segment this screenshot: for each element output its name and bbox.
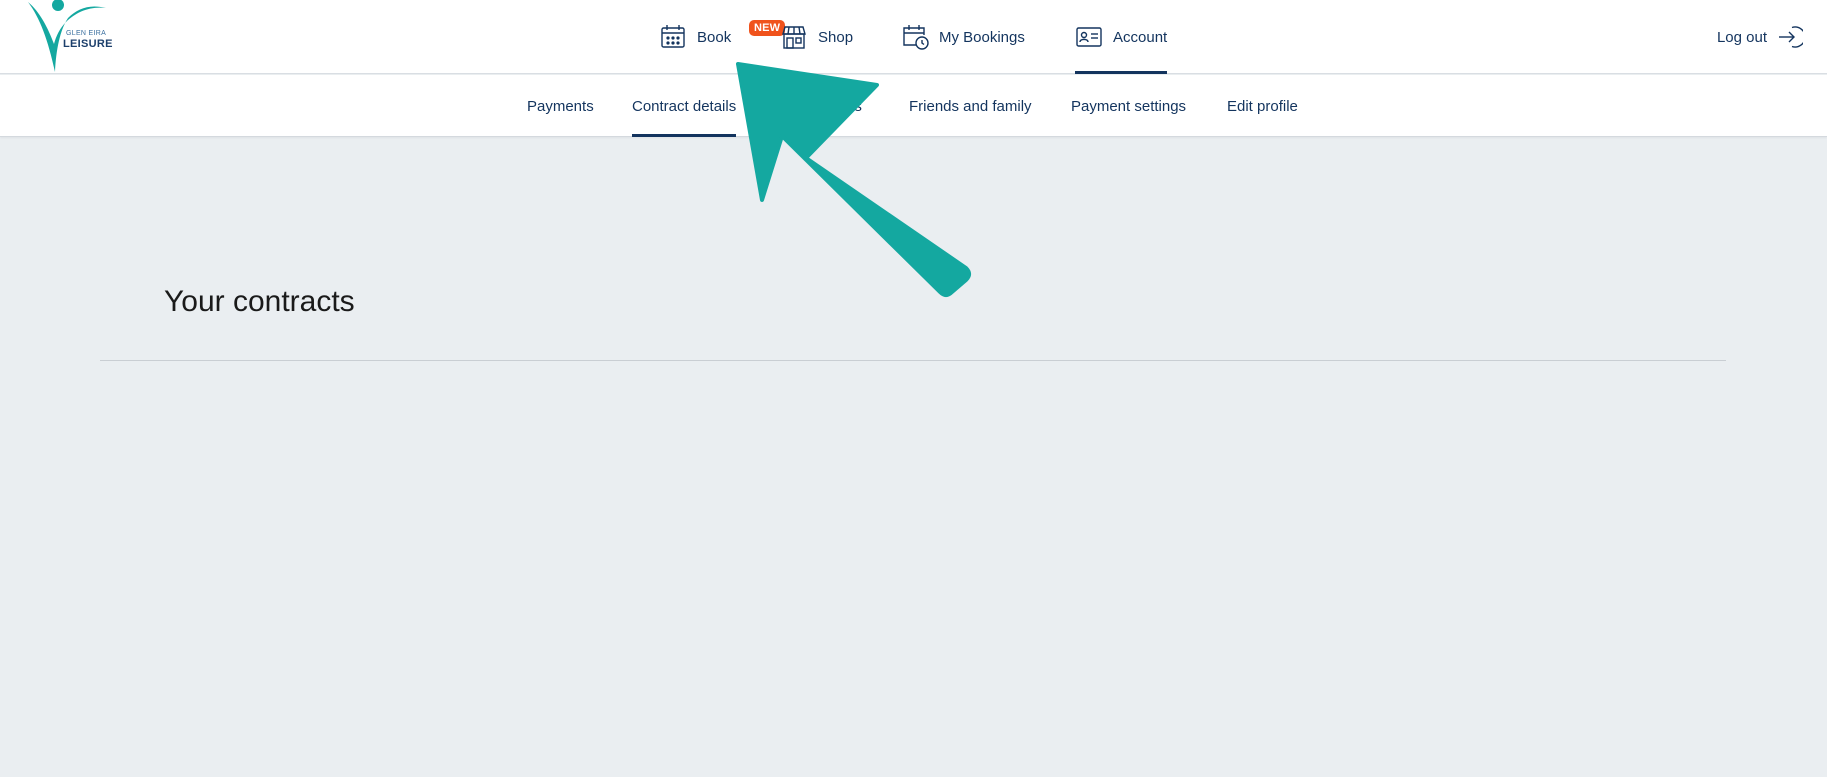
logout-label: Log out (1716, 28, 1767, 46)
logo-figure-icon (28, 0, 106, 72)
logo-text-leisure: LEISURE (63, 38, 113, 50)
logout-button[interactable]: Log out (1717, 0, 1803, 74)
nav-shop-label: Shop (818, 28, 854, 46)
account-sub-navigation: Payments Contract details es Friends and… (0, 75, 1827, 137)
nav-account-label: Account (1113, 28, 1168, 46)
nav-my-bookings-label: My Bookings (939, 28, 1025, 46)
logo-text-glen-eira: GLEN EIRA (66, 30, 107, 37)
top-navigation-bar: GLEN EIRA LEISURE Book NEW Shop My Booki… (0, 0, 1827, 74)
calendar-clock-icon (903, 25, 929, 50)
profile-card-icon (1076, 27, 1102, 47)
nav-my-bookings[interactable]: My Bookings (901, 0, 1025, 74)
tab-friends-and-family[interactable]: Friends and family (909, 75, 1032, 137)
calendar-icon (661, 25, 685, 48)
tab-edit-profile[interactable]: Edit profile (1227, 75, 1298, 137)
page-title: Your contracts (164, 285, 355, 318)
logout-arrow-icon (1779, 26, 1803, 48)
tab-contract-details[interactable]: Contract details (632, 75, 737, 137)
nav-book-label: Book (697, 28, 732, 46)
section-divider (100, 360, 1726, 361)
nav-account[interactable]: Account (1075, 0, 1168, 74)
glen-eira-leisure-logo[interactable]: GLEN EIRA LEISURE (20, 0, 120, 74)
tab-payment-settings[interactable]: Payment settings (1071, 75, 1186, 137)
nav-shop[interactable]: Shop (780, 0, 853, 74)
tab-partially-hidden[interactable]: es (846, 75, 862, 137)
tab-payments[interactable]: Payments (527, 75, 594, 137)
nav-book[interactable]: Book (659, 0, 731, 74)
shop-icon (782, 26, 806, 49)
